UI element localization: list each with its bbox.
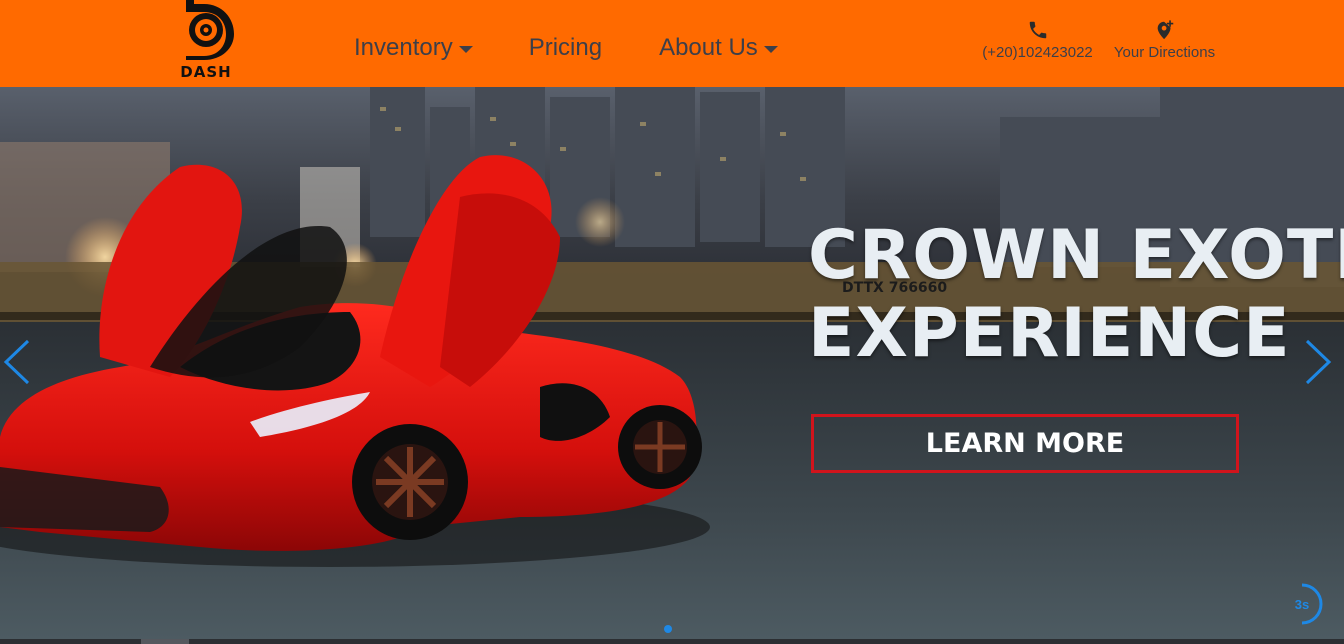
nav-inventory-label: Inventory xyxy=(354,34,453,61)
nav-inventory[interactable]: Inventory xyxy=(354,34,473,62)
svg-text:DASH: DASH xyxy=(180,63,231,81)
phone-contact[interactable]: (+20)102423022 xyxy=(980,19,1095,61)
bottom-strip xyxy=(0,639,1344,644)
bottom-strip-segment xyxy=(141,639,189,644)
nav-pricing[interactable]: Pricing xyxy=(529,34,602,62)
directions-label: Your Directions xyxy=(1113,44,1216,61)
learn-more-button[interactable]: LEARN MORE xyxy=(811,414,1239,473)
phone-icon xyxy=(1029,21,1046,39)
chevron-left-icon xyxy=(3,339,30,385)
carousel-next-button[interactable] xyxy=(1303,339,1333,385)
hero-title-line1: CROWN EXOTIC xyxy=(808,216,1344,295)
nav-about-us[interactable]: About Us xyxy=(659,34,778,62)
carousel-indicator-1[interactable] xyxy=(664,625,672,633)
dash-logo[interactable]: DASH xyxy=(176,0,236,82)
directions-link[interactable]: Your Directions xyxy=(1111,19,1218,61)
phone-number: (+20)102423022 xyxy=(982,44,1093,61)
autoplay-timer-label: 3s xyxy=(1294,596,1310,612)
nav-about-us-label: About Us xyxy=(659,34,758,61)
hero-title: CROWN EXOTIC EXPERIENCE xyxy=(808,217,1344,373)
site-header: DASH Inventory Pricing About Us (+20)102… xyxy=(0,0,1344,87)
caret-down-icon xyxy=(763,45,778,53)
caret-down-icon xyxy=(458,45,473,53)
autoplay-timer: 3s xyxy=(1284,583,1326,625)
hero-title-line2: EXPERIENCE xyxy=(808,294,1291,373)
carousel-prev-button[interactable] xyxy=(2,339,32,385)
add-location-icon xyxy=(1157,20,1173,40)
main-nav: Inventory Pricing About Us xyxy=(354,34,778,62)
hero-carousel: DTTX 766660 CROWN EXOT EXPERIENCE LEARN … xyxy=(0,87,1344,639)
nav-pricing-label: Pricing xyxy=(528,34,603,61)
chevron-right-icon xyxy=(1305,339,1332,385)
